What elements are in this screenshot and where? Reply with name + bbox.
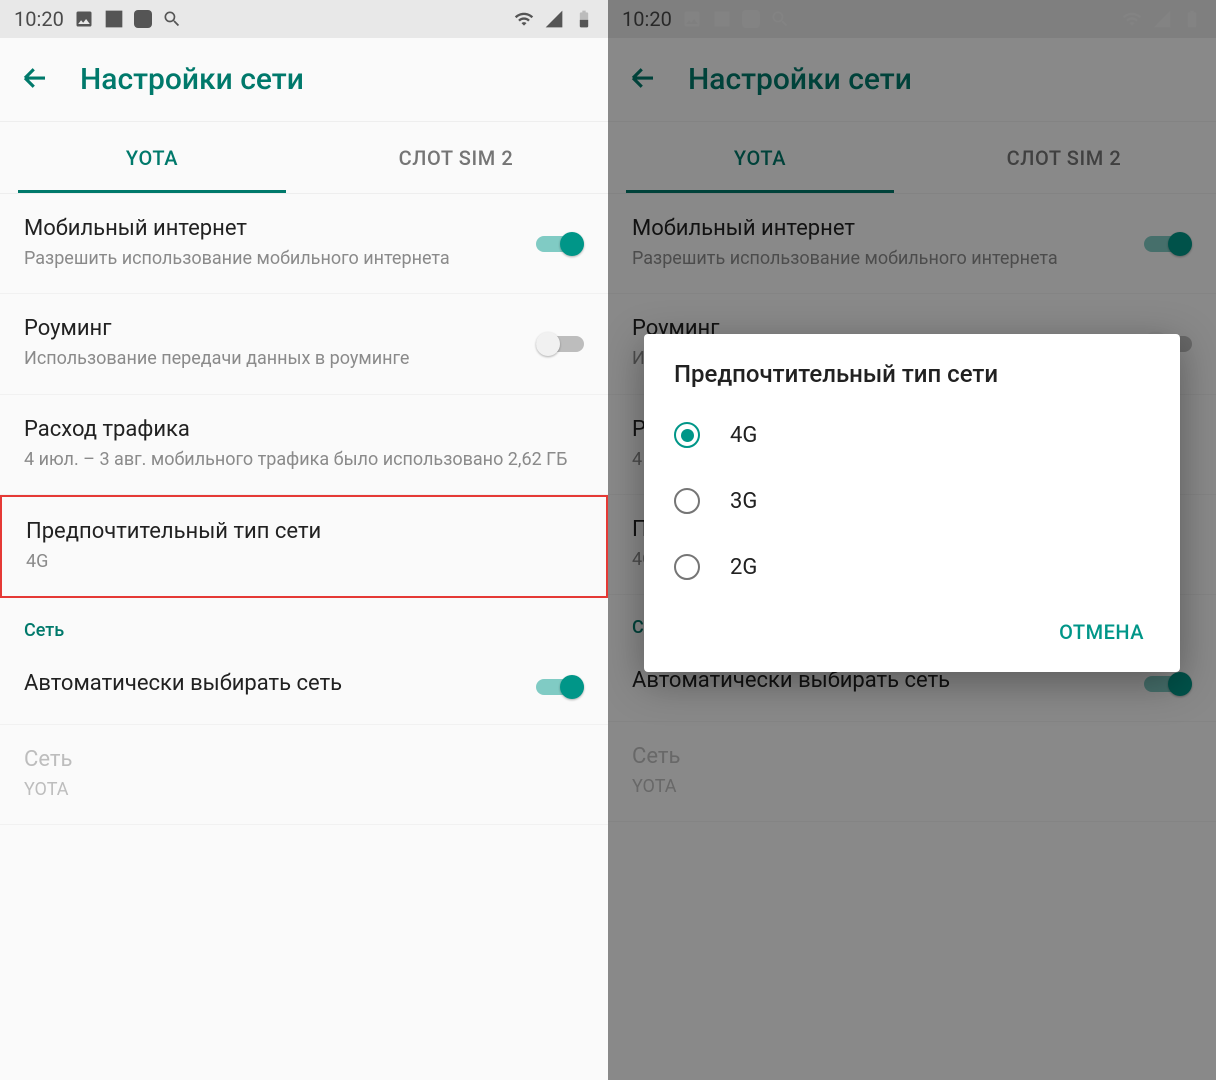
item-preferred-network[interactable]: Предпочтительный тип сети 4G [0,495,608,598]
item-network-manual: Сеть YOTA [608,722,1216,822]
item-network-manual: Сеть YOTA [0,725,608,825]
wifi-icon [1122,9,1142,29]
switch-auto-network[interactable] [536,673,584,701]
sim-tabs: YOTA СЛОТ SIM 2 [0,122,608,194]
preferred-network-dialog: Предпочтительный тип сети 4G 3G 2G ОТМЕН… [644,334,1180,672]
status-bar: 10:20 [608,0,1216,38]
tab-sim2[interactable]: СЛОТ SIM 2 [912,122,1216,193]
sim-tabs: YOTA СЛОТ SIM 2 [608,122,1216,194]
square-icon [134,10,152,28]
switch-mobile-data[interactable] [1144,230,1192,258]
switch-auto-network[interactable] [1144,670,1192,698]
radio-option-3g[interactable]: 3G [644,468,1180,534]
signal-icon [1152,9,1172,29]
item-data-usage[interactable]: Расход трафика 4 июл. – 3 авг. мобильног… [0,395,608,495]
wifi-icon [514,9,534,29]
battery-icon [574,9,594,29]
app-bar: Настройки сети [0,38,608,122]
status-time: 10:20 [14,7,64,31]
radio-icon [674,488,700,514]
square-icon [742,10,760,28]
back-icon[interactable] [20,63,50,97]
tab-yota[interactable]: YOTA [0,122,304,193]
status-time: 10:20 [622,7,672,31]
image2-icon [712,9,732,29]
image-icon [74,9,94,29]
item-roaming[interactable]: Роуминг Использование передачи данных в … [0,294,608,394]
phone-right: 10:20 Настройки сети YOTA СЛОТ SIM 2 [608,0,1216,1080]
tab-sim2[interactable]: СЛОТ SIM 2 [304,122,608,193]
signal-icon [544,9,564,29]
settings-list: Мобильный интернет Разрешить использован… [0,194,608,825]
search-icon [162,9,182,29]
page-title: Настройки сети [80,62,304,97]
radio-icon [674,422,700,448]
app-bar: Настройки сети [608,38,1216,122]
image-icon [682,9,702,29]
back-icon[interactable] [628,63,658,97]
status-bar: 10:20 [0,0,608,38]
switch-mobile-data[interactable] [536,230,584,258]
section-network: Сеть [0,598,608,649]
item-mobile-data[interactable]: Мобильный интернет Разрешить использован… [608,194,1216,294]
radio-option-2g[interactable]: 2G [644,534,1180,600]
dialog-title: Предпочтительный тип сети [644,360,1180,402]
battery-icon [1182,9,1202,29]
tab-yota[interactable]: YOTA [608,122,912,193]
image2-icon [104,9,124,29]
radio-icon [674,554,700,580]
switch-roaming[interactable] [536,330,584,358]
phone-left: 10:20 Настройки сети YOTA СЛОТ SIM 2 [0,0,608,1080]
item-auto-select-network[interactable]: Автоматически выбирать сеть [0,649,608,725]
item-mobile-data[interactable]: Мобильный интернет Разрешить использован… [0,194,608,294]
cancel-button[interactable]: ОТМЕНА [1045,610,1158,654]
page-title: Настройки сети [688,62,912,97]
search-icon [770,9,790,29]
radio-option-4g[interactable]: 4G [644,402,1180,468]
